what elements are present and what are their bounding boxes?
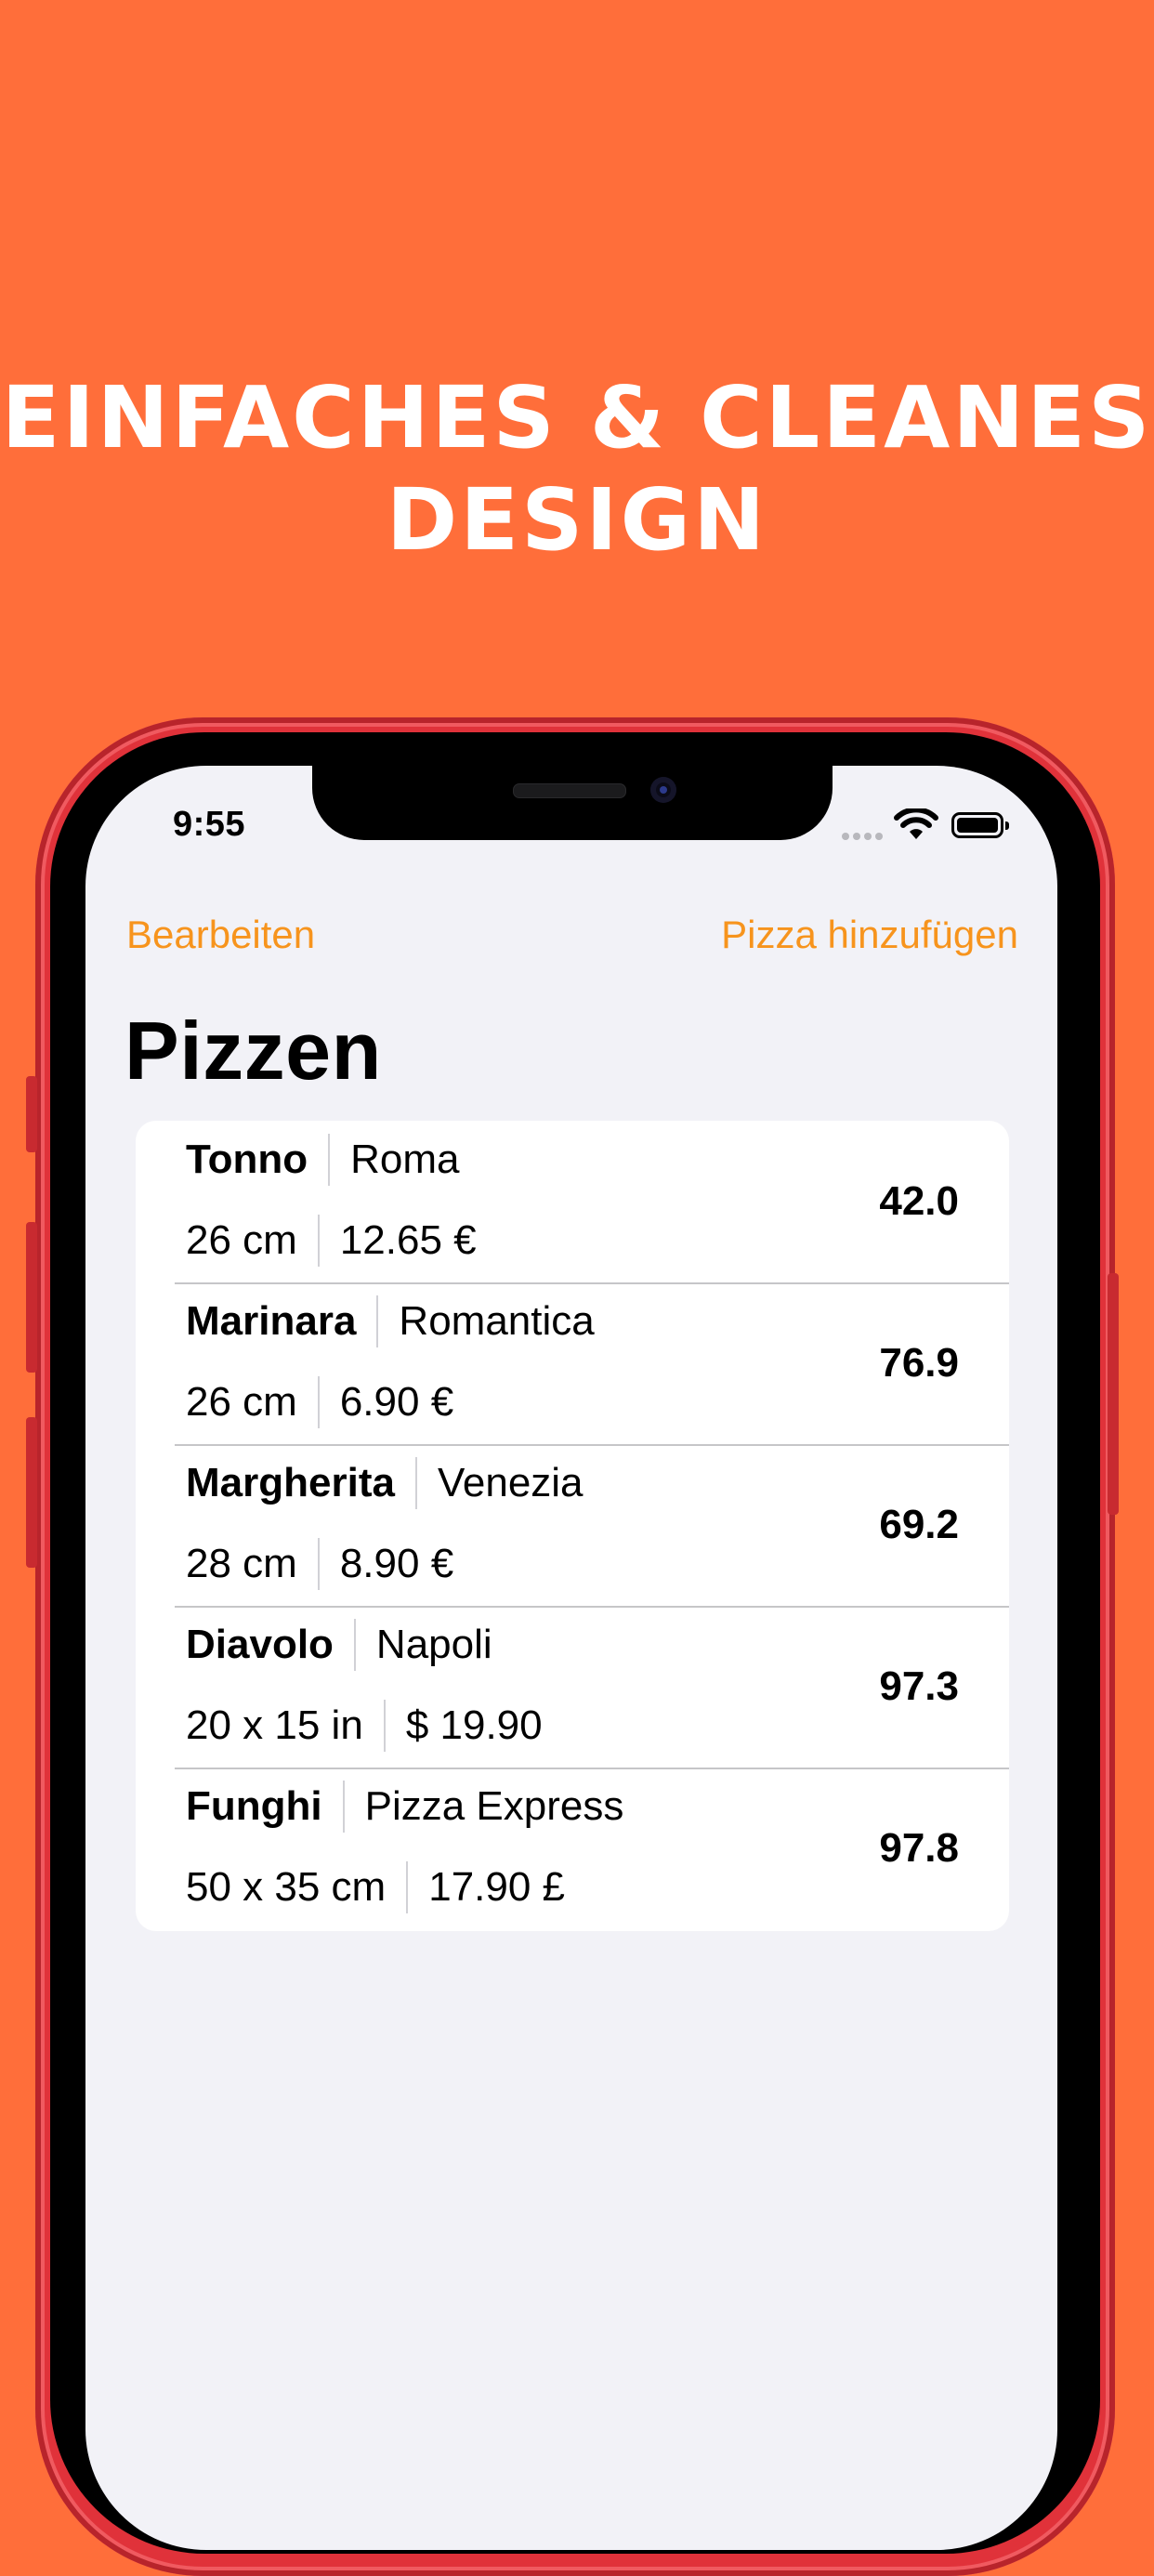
restaurant-name: Venezia — [437, 1460, 584, 1505]
divider — [317, 1538, 320, 1590]
power-button — [1108, 1273, 1119, 1515]
page-title: Pizzen — [125, 1005, 382, 1097]
promo-headline-line-2: DESIGN — [386, 470, 768, 570]
pizza-name: Funghi — [186, 1783, 322, 1829]
pizza-name: Margherita — [186, 1460, 395, 1505]
divider — [406, 1861, 409, 1913]
pizza-list: Tonno Roma 26 cm 12.65 € 42.0 Marinara R… — [136, 1121, 1009, 1931]
restaurant-name: Pizza Express — [364, 1783, 624, 1829]
earpiece-speaker — [513, 783, 626, 798]
divider — [317, 1215, 320, 1267]
pizza-size: 20 x 15 in — [186, 1702, 363, 1748]
cellular-signal-icon — [842, 833, 883, 840]
promo-headline: EINFACHES & CLEANES DESIGN — [0, 367, 1154, 572]
pizza-size: 26 cm — [186, 1217, 297, 1263]
pizza-rating: 97.3 — [879, 1663, 959, 1709]
list-item[interactable]: Marinara Romantica 26 cm 6.90 € 76.9 — [136, 1282, 1009, 1444]
pizza-rating: 97.8 — [879, 1825, 959, 1871]
list-item[interactable]: Diavolo Napoli 20 x 15 in $ 19.90 97.3 — [136, 1606, 1009, 1768]
pizza-price: 17.90 £ — [428, 1864, 566, 1910]
pizza-rating: 69.2 — [879, 1502, 959, 1547]
volume-up-button — [26, 1222, 37, 1373]
notch — [312, 766, 833, 840]
list-item[interactable]: Funghi Pizza Express 50 x 35 cm 17.90 £ … — [136, 1768, 1009, 1929]
mute-switch — [26, 1076, 37, 1152]
add-pizza-button[interactable]: Pizza hinzufügen — [721, 913, 1018, 957]
status-time: 9:55 — [173, 805, 246, 844]
divider — [383, 1700, 386, 1752]
pizza-price: 12.65 € — [339, 1217, 477, 1263]
promo-headline-line-1: EINFACHES & CLEANES — [1, 368, 1153, 467]
pizza-size: 50 x 35 cm — [186, 1864, 387, 1910]
restaurant-name: Napoli — [375, 1622, 492, 1667]
pizza-size: 26 cm — [186, 1379, 297, 1425]
wifi-icon — [894, 808, 938, 839]
pizza-name: Tonno — [186, 1137, 308, 1182]
restaurant-name: Romantica — [399, 1298, 595, 1344]
divider — [342, 1781, 345, 1833]
divider — [376, 1295, 379, 1347]
divider — [353, 1619, 356, 1671]
front-camera — [650, 777, 676, 803]
pizza-size: 28 cm — [186, 1541, 297, 1586]
pizza-price: 6.90 € — [339, 1379, 454, 1425]
pizza-rating: 42.0 — [879, 1178, 959, 1224]
battery-icon — [951, 812, 1009, 838]
volume-down-button — [26, 1417, 37, 1568]
pizza-rating: 76.9 — [879, 1340, 959, 1386]
list-item[interactable]: Margherita Venezia 28 cm 8.90 € 69.2 — [136, 1444, 1009, 1606]
list-item[interactable]: Tonno Roma 26 cm 12.65 € 42.0 — [136, 1121, 1009, 1282]
divider — [414, 1457, 417, 1509]
divider — [317, 1376, 320, 1428]
pizza-price: 8.90 € — [339, 1541, 454, 1586]
edit-button[interactable]: Bearbeiten — [126, 913, 315, 957]
pizza-name: Diavolo — [186, 1622, 334, 1667]
pizza-name: Marinara — [186, 1298, 357, 1344]
restaurant-name: Roma — [350, 1137, 460, 1182]
divider — [328, 1134, 331, 1186]
pizza-price: $ 19.90 — [405, 1702, 543, 1748]
